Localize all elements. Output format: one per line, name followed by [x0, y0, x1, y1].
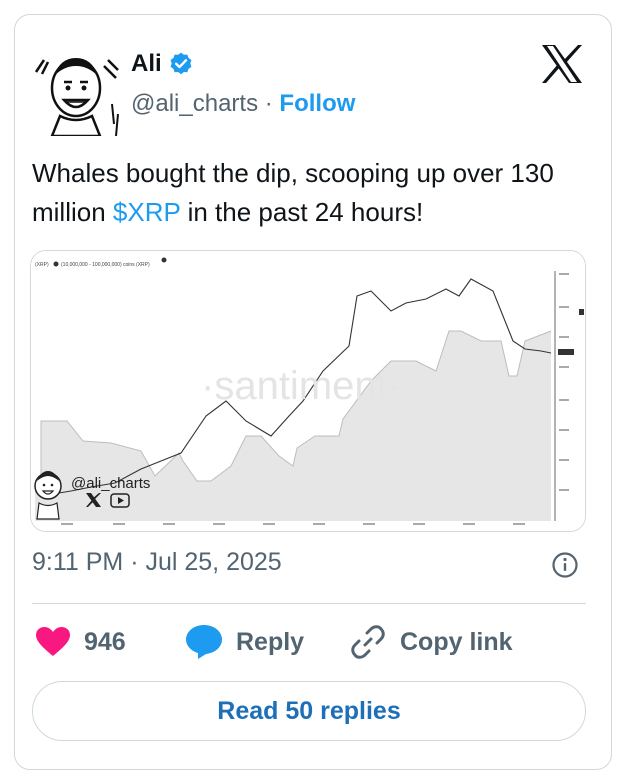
read-replies-button[interactable]: Read 50 replies — [32, 681, 586, 741]
like-button[interactable]: 946 — [36, 620, 126, 664]
author-name-row: Ali — [131, 50, 194, 78]
tweet-media-image[interactable]: (XRP) (10,000,000 - 100,000,000) coins (… — [30, 250, 586, 532]
price-marker — [558, 349, 574, 355]
info-icon[interactable] — [551, 551, 579, 579]
cashtag-link[interactable]: $XRP — [113, 197, 180, 227]
author-avatar[interactable] — [30, 44, 122, 136]
heart-icon — [36, 627, 70, 656]
reply-button[interactable]: Reply — [186, 620, 304, 664]
read-replies-label: Read 50 replies — [217, 696, 401, 725]
follow-button[interactable]: Follow — [279, 90, 355, 117]
santiment-watermark: ·santiment· — [201, 364, 401, 408]
overlay-avatar — [34, 471, 62, 520]
tweet-actions: 946 Reply Copy link — [32, 620, 592, 664]
link-icon — [351, 625, 385, 659]
tweet-timestamp[interactable]: 9:11 PM · Jul 25, 2025 — [32, 548, 282, 577]
overlay-handle: @ali_charts — [71, 475, 150, 492]
price-marker — [579, 309, 584, 315]
x-logo-icon[interactable] — [540, 44, 584, 84]
copy-link-button[interactable]: Copy link — [350, 620, 513, 664]
chart-legend-b: (10,000,000 - 100,000,000) coins (XRP) — [61, 262, 150, 268]
legend-marker — [161, 257, 167, 263]
author-handle-row: @ali_charts · Follow — [131, 90, 355, 118]
chart-legend-a: (XRP) — [35, 262, 49, 268]
author-name[interactable]: Ali — [131, 50, 162, 78]
handle-separator: · — [258, 90, 280, 117]
tweet-text: Whales bought the dip, scooping up over … — [32, 154, 572, 232]
verified-badge-icon — [170, 52, 192, 75]
copy-link-label: Copy link — [400, 627, 513, 656]
like-count: 946 — [84, 627, 126, 656]
reply-bubble-icon — [186, 625, 222, 659]
legend-marker — [53, 261, 59, 267]
chart-image: (XRP) (10,000,000 - 100,000,000) coins (… — [31, 251, 585, 531]
reply-label: Reply — [236, 627, 305, 656]
tweet-text-part: in the past 24 hours! — [180, 197, 424, 227]
author-handle[interactable]: @ali_charts — [131, 90, 258, 117]
divider — [32, 603, 586, 604]
